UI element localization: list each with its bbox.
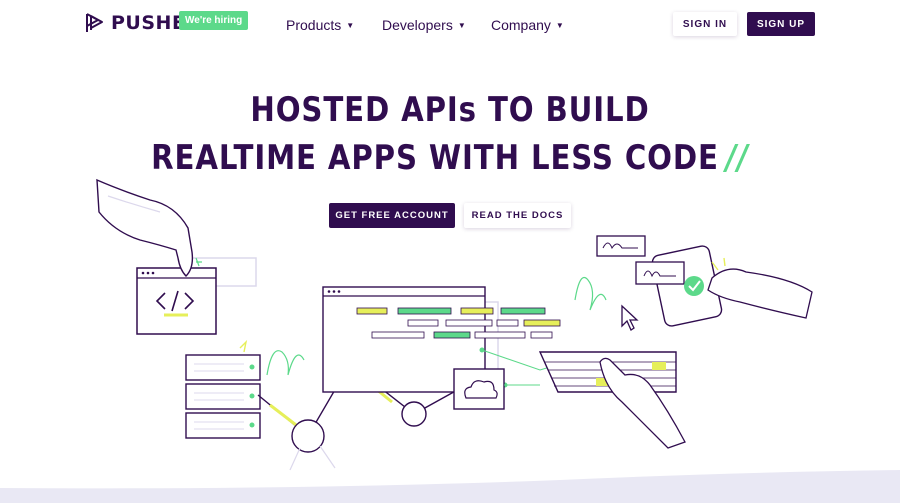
hero-heading-text-1: HOSTED APIs TO BUILD — [250, 90, 650, 130]
nav-company-menu[interactable]: Company ▼ — [491, 17, 564, 33]
nav-developers-label: Developers — [382, 17, 453, 33]
server-stack-illustration — [185, 339, 305, 439]
pointing-hand-left — [96, 178, 202, 277]
sign-up-button[interactable]: SIGN UP — [747, 12, 815, 36]
top-navigation: PUSHER We're hiring Products ▼ Developer… — [0, 0, 900, 50]
hero-heading-line-1: HOSTED APIs TO BUILD — [63, 90, 837, 130]
cursor-arrow-icon — [621, 304, 639, 331]
nav-company-label: Company — [491, 17, 551, 33]
hero-illustration — [96, 178, 813, 471]
keyboard-illustration — [538, 351, 686, 449]
caret-down-icon: ▼ — [457, 20, 466, 30]
phone-illustration — [574, 235, 813, 327]
nav-products-label: Products — [286, 17, 342, 33]
sign-in-button[interactable]: SIGN IN — [673, 12, 737, 36]
nav-products-menu[interactable]: Products ▼ — [286, 17, 354, 33]
caret-down-icon: ▼ — [346, 20, 355, 30]
hiring-badge[interactable]: We're hiring — [179, 11, 249, 30]
code-window-illustration — [136, 257, 257, 335]
pusher-logo-icon — [86, 13, 103, 32]
caret-down-icon: ▼ — [555, 20, 564, 30]
cloud-box-illustration — [453, 368, 540, 410]
nav-developers-menu[interactable]: Developers ▼ — [382, 17, 466, 33]
